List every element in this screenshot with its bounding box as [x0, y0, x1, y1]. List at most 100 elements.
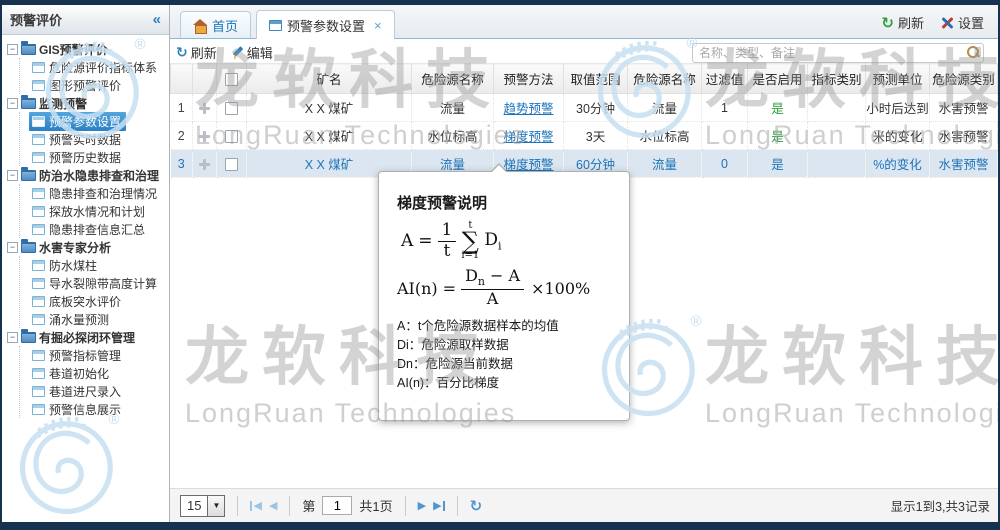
header-unit[interactable]: 预测单位	[866, 64, 930, 94]
tab-bar: 首页 预警参数设置 × ↻ 刷新 设置	[170, 5, 998, 39]
header-method[interactable]: 预警方法	[494, 64, 564, 94]
window-left-border	[0, 0, 2, 530]
grid-refresh-button[interactable]: ↻ 刷新	[176, 43, 217, 62]
page-icon	[32, 296, 45, 307]
tree-item-hazard-info-summary[interactable]: 隐患排查信息汇总	[23, 220, 167, 238]
page-icon	[32, 386, 45, 397]
tree-collapse-icon[interactable]: −	[7, 242, 18, 253]
tree-item-roadway-init[interactable]: 巷道初始化	[23, 364, 167, 382]
tree-item-graphic-warning-eval[interactable]: 图形预警评价	[23, 76, 167, 94]
gradient-warning-link[interactable]: 梯度预警	[503, 130, 553, 144]
folder-icon	[21, 98, 36, 109]
search-icon[interactable]	[967, 46, 980, 59]
gradient-warning-popup: 梯度预警说明 A = 1t t∑i=1 Di AI(n) = Dn− A A ×…	[378, 171, 630, 421]
header-checkbox-cell	[217, 64, 247, 94]
pagination-bar: 15 ▼ ◀ ◀ 第 共1页 ▶ ▶ ↻ 显示1到3,共3记录	[170, 488, 998, 522]
tree-item-warning-history-data[interactable]: 预警历史数据	[23, 148, 167, 166]
tree-item-hazard-check-treatment[interactable]: 隐患排查和治理情况	[23, 184, 167, 202]
settings-button[interactable]: 设置	[940, 13, 984, 32]
page-icon	[32, 188, 45, 199]
tree-item-waterproof-coal-pillar[interactable]: 防水煤柱	[23, 256, 167, 274]
formula-average: A = 1t t∑i=1 Di	[401, 221, 617, 261]
tree-folder-excavation-loop-mgmt[interactable]: − 有掘必探闭环管理	[7, 328, 167, 346]
folder-icon	[21, 242, 36, 253]
trend-warning-link[interactable]: 趋势预警	[503, 102, 553, 116]
pencil-icon	[231, 46, 244, 59]
table-header-row: 矿名 危险源名称 预警方法 取值范围 危险源名称 过滤值 是否启用 指标类别 预…	[171, 64, 998, 94]
prev-page-button[interactable]: ◀	[269, 499, 277, 512]
row-expand-icon[interactable]	[199, 159, 210, 170]
page-number-input[interactable]	[322, 496, 352, 515]
grid-panel: ↻ 刷新 编辑	[170, 39, 998, 522]
header-expand	[193, 64, 217, 94]
row-expand-icon[interactable]	[199, 131, 210, 142]
grid-toolbar: ↻ 刷新 编辑	[170, 39, 998, 63]
header-category[interactable]: 指标类别	[808, 64, 866, 94]
grid-edit-button[interactable]: 编辑	[231, 43, 273, 62]
page-icon	[32, 152, 45, 163]
tree-collapse-icon[interactable]: −	[7, 332, 18, 343]
header-hazard2[interactable]: 危险源名称	[628, 64, 702, 94]
select-all-checkbox[interactable]	[225, 73, 238, 86]
last-page-button[interactable]: ▶	[433, 499, 444, 512]
main-area: 首页 预警参数设置 × ↻ 刷新 设置	[170, 5, 998, 522]
tree-collapse-icon[interactable]: −	[7, 44, 18, 55]
tree-folder-gis-warning-eval[interactable]: − GIS预警评价	[7, 40, 167, 58]
page-icon	[32, 62, 45, 73]
popup-title: 梯度预警说明	[397, 192, 617, 213]
tree-folder-water-hazard-mgmt[interactable]: − 防治水隐患排查和治理	[7, 166, 167, 184]
page-icon	[32, 278, 45, 289]
sidebar-tree: − GIS预警评价 危险源评价指标体系 图形预警评价 − 监测预警 预警参数设置	[2, 35, 169, 418]
tree-item-warning-realtime-data[interactable]: 预警实时数据	[23, 130, 167, 148]
tools-icon	[940, 16, 954, 30]
tab-home[interactable]: 首页	[180, 11, 251, 38]
row-expand-icon[interactable]	[199, 103, 210, 114]
tree-item-floor-water-inrush-eval[interactable]: 底板突水评价	[23, 292, 167, 310]
tree-item-roadway-footage-entry[interactable]: 巷道进尺录入	[23, 382, 167, 400]
tree-item-water-exploration-plan[interactable]: 探放水情况和计划	[23, 202, 167, 220]
gradient-warning-link[interactable]: 梯度预警	[503, 158, 553, 172]
first-page-button[interactable]: ◀	[250, 499, 261, 512]
table-row[interactable]: 1 X X 煤矿 流量 趋势预警 30分钟 流量 1 是 小时后达到 水害预警	[171, 94, 998, 122]
refresh-icon: ↻	[176, 44, 188, 61]
tree-item-fracture-zone-height[interactable]: 导水裂隙带高度计算	[23, 274, 167, 292]
window-icon	[269, 20, 282, 31]
tree-item-hazard-index-system[interactable]: 危险源评价指标体系	[23, 58, 167, 76]
header-range[interactable]: 取值范围	[564, 64, 628, 94]
header-filter[interactable]: 过滤值	[702, 64, 748, 94]
row-checkbox[interactable]	[225, 130, 238, 143]
folder-icon	[21, 44, 36, 55]
tree-item-warning-indicator-mgmt[interactable]: 预警指标管理	[23, 346, 167, 364]
header-type[interactable]: 危险源类别	[930, 64, 998, 94]
folder-icon	[21, 332, 36, 343]
tree-collapse-icon[interactable]: −	[7, 170, 18, 181]
folder-icon	[21, 170, 36, 181]
page-icon	[32, 368, 45, 379]
tree-item-water-inflow-forecast[interactable]: 涌水量预测	[23, 310, 167, 328]
refresh-button[interactable]: ↻ 刷新	[881, 13, 924, 32]
page-icon	[32, 404, 45, 415]
header-mine[interactable]: 矿名	[247, 64, 412, 94]
tree-item-warning-info-display[interactable]: 预警信息展示	[23, 400, 167, 418]
page-size-select[interactable]: 15 ▼	[180, 495, 225, 517]
tree-item-warning-param-settings[interactable]: 预警参数设置	[23, 112, 167, 130]
tree-folder-monitor-warning[interactable]: − 监测预警	[7, 94, 167, 112]
formula-legend: A：t个危险源数据样本的均值 Di：危险源取样数据 Dn：危险源当前数据 AI(…	[397, 317, 617, 393]
page-icon	[32, 116, 45, 127]
tree-collapse-icon[interactable]: −	[7, 98, 18, 109]
page-icon	[32, 260, 45, 271]
window-top-border	[0, 0, 1000, 5]
row-checkbox[interactable]	[225, 102, 238, 115]
next-page-button[interactable]: ▶	[418, 499, 426, 512]
row-checkbox[interactable]	[225, 158, 238, 171]
header-enabled[interactable]: 是否启用	[748, 64, 808, 94]
refresh-icon: ↻	[881, 14, 894, 32]
table-row[interactable]: 2 X X 煤矿 水位标高 梯度预警 3天 水位标高 是 米的变化 水害预警	[171, 122, 998, 150]
search-input[interactable]	[692, 43, 984, 63]
tab-warning-param-settings[interactable]: 预警参数设置 ×	[256, 10, 395, 39]
header-hazard[interactable]: 危险源名称	[412, 64, 494, 94]
tree-folder-water-expert-analysis[interactable]: − 水害专家分析	[7, 238, 167, 256]
sidebar-collapse-icon[interactable]: «	[153, 11, 161, 28]
reload-icon[interactable]: ↻	[470, 497, 483, 515]
close-tab-icon[interactable]: ×	[374, 18, 382, 33]
